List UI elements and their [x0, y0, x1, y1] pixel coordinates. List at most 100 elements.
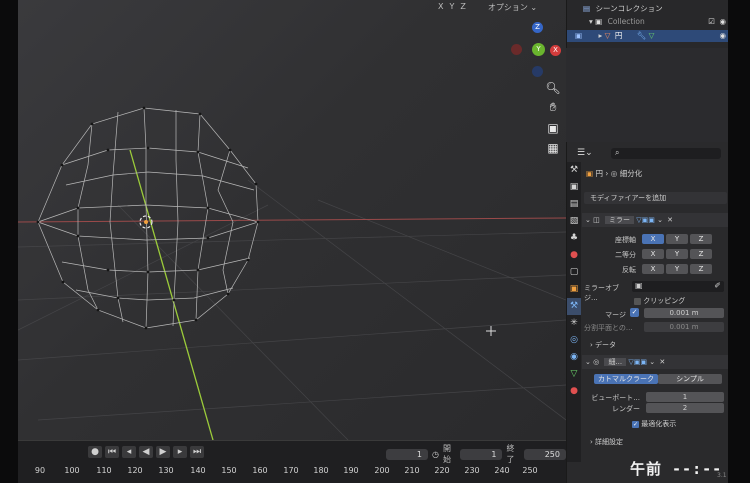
particles-tab-icon[interactable]: ✳ [567, 315, 581, 332]
subsurf-modifier-header[interactable]: ⌄ ◎ 細... ▽▣▣ ⌄ ✕ [582, 355, 728, 369]
optimal-display-checkbox[interactable]: ✓ 最適化表示 [632, 419, 676, 429]
edit-mode-icon[interactable]: ▽▣▣ [636, 216, 655, 224]
expand-arrow-icon[interactable]: ▸ [598, 31, 602, 40]
hand-pan-icon[interactable]: ✋︎ [544, 99, 562, 115]
gizmo-neg-x[interactable] [511, 44, 522, 55]
navigation-gizmo[interactable]: Z X Y [508, 20, 566, 80]
ruler-tick: 210 [404, 466, 420, 475]
checkbox-icon[interactable] [634, 297, 641, 305]
edit-mode-icon[interactable]: ▽▣▣ [628, 358, 647, 366]
play-reverse-icon[interactable]: ◀ [139, 446, 153, 458]
checkbox-icon[interactable]: ✓ [632, 420, 639, 428]
dropdown-icon[interactable]: ⌄ [657, 216, 663, 224]
collapse-arrow-icon[interactable]: ⌄ [585, 216, 591, 224]
add-modifier-button[interactable]: モディファイアーを追加 [584, 192, 727, 204]
outliner-scene-row[interactable]: ▤ シーンコレクション [567, 3, 728, 15]
tab-catmull-clark[interactable]: カトマルクラーク [594, 374, 658, 384]
outliner-object-row[interactable]: ▣ ▸ ▽ 円 🔧︎ ▽ ◉ [567, 30, 728, 42]
dropdown-icon[interactable]: ⌄ [649, 358, 655, 366]
merge-checkbox[interactable]: ✓ [630, 308, 639, 317]
modifier-panel: ▣ 円 › ◎ 細分化 モディファイアーを追加 ⌄ ◫ ミラー ▽▣▣ ⌄ ✕ … [582, 142, 728, 483]
end-frame-field[interactable]: 250 [523, 448, 566, 460]
bisect-z-button[interactable]: Z [690, 249, 712, 259]
zoom-icon[interactable]: 🔍︎ [544, 80, 562, 96]
timeline[interactable]: ● ⏮ ◂ ◀ ▶ ▸ ⏭ 1 ◷ 開始 1 終了 250 90 100 110… [18, 440, 566, 483]
bisect-x-button[interactable]: X [642, 249, 664, 259]
gizmo-neg-z[interactable] [532, 66, 543, 77]
collapse-arrow-icon[interactable]: ⌄ [585, 358, 591, 366]
axis-y-toggle[interactable]: Y [449, 2, 454, 13]
subsurf-name-field[interactable]: 細... [604, 358, 627, 366]
prev-keyframe-icon[interactable]: ◂ [122, 446, 136, 458]
bisect-distance-field[interactable]: 0.001 m [644, 322, 724, 332]
object-icon: ▣ [586, 169, 594, 178]
scene-tab-icon[interactable]: ♣ [567, 230, 581, 247]
axis-y-button[interactable]: Y [666, 234, 688, 244]
eye-icon[interactable]: ◉ [719, 16, 726, 28]
material-tab-icon[interactable]: ● [567, 383, 581, 400]
flip-z-button[interactable]: Z [690, 264, 712, 274]
ruler-tick: 220 [434, 466, 450, 475]
world-tab-icon[interactable]: ● [567, 247, 581, 264]
expand-arrow-icon[interactable]: › [590, 438, 593, 446]
render-levels-field[interactable]: 2 [646, 403, 724, 413]
view-layer-tab-icon[interactable]: ▧ [567, 213, 581, 230]
mirror-modifier-header[interactable]: ⌄ ◫ ミラー ▽▣▣ ⌄ ✕ [582, 213, 728, 227]
modifier-tab-icon[interactable]: ⚒ [567, 298, 581, 315]
render-tab-icon[interactable]: ▣ [567, 179, 581, 196]
record-icon[interactable]: ● [88, 446, 102, 458]
axis-x-toggle[interactable]: X [438, 2, 443, 13]
timeline-ruler[interactable]: 90 100 110 120 130 140 150 160 170 180 1… [18, 463, 566, 483]
gizmo-z-axis[interactable]: Z [532, 22, 543, 33]
camera-icon[interactable]: ▣ [544, 120, 562, 136]
properties-editor[interactable]: ☰⌄ ⌕ ⚒ ▣ ▤ ▧ ♣ ● ▢ ▣ ⚒ ✳ ◎ ◉ ▽ ● ▣ 円 › ◎… [566, 142, 728, 483]
jump-start-icon[interactable]: ⏮ [105, 446, 119, 458]
axis-z-button[interactable]: Z [690, 234, 712, 244]
mirror-name-field[interactable]: ミラー [604, 216, 634, 224]
sphere-wireframe[interactable] [37, 107, 259, 329]
grid-icon[interactable]: ▦ [544, 140, 562, 156]
clock-overlay: 午前 --:-- [630, 460, 723, 478]
mirror-object-field[interactable]: ▣ ✐ [632, 281, 724, 292]
flip-x-button[interactable]: X [642, 264, 664, 274]
jump-end-icon[interactable]: ⏭ [190, 446, 204, 458]
render-levels-label: レンダー [612, 405, 640, 413]
3d-viewport[interactable]: X Y Z オプション ⌄ Z X Y 🔍︎ ✋︎ ▣ ▦ [18, 0, 566, 440]
close-icon[interactable]: ✕ [659, 358, 665, 366]
checkbox-icon[interactable]: ☑ [708, 16, 715, 28]
start-frame-field[interactable]: 1 [460, 448, 503, 460]
eye-icon[interactable]: ◉ [719, 30, 726, 42]
gizmo-y-axis[interactable]: Y [532, 43, 545, 56]
options-menu[interactable]: オプション ⌄ [488, 2, 537, 13]
eyedropper-icon[interactable]: ✐ [714, 281, 721, 290]
advanced-subpanel[interactable]: › 詳細設定 [590, 437, 623, 447]
outliner[interactable]: ▤ シーンコレクション ▾ ▣ Collection ☑ ◉ ▣ ▸ ▽ 円 🔧… [566, 0, 728, 48]
expand-arrow-icon[interactable]: › [590, 341, 593, 349]
tool-tab-icon[interactable]: ⚒ [567, 162, 581, 179]
close-icon[interactable]: ✕ [667, 216, 673, 224]
physics-tab-icon[interactable]: ◎ [567, 332, 581, 349]
outliner-collection-row[interactable]: ▾ ▣ Collection ☑ ◉ [567, 16, 728, 28]
ruler-tick: 170 [283, 466, 299, 475]
clipping-checkbox[interactable]: クリッピング [634, 296, 685, 306]
collection-tab-icon[interactable]: ▢ [567, 264, 581, 281]
object-tab-icon[interactable]: ▣ [567, 281, 581, 298]
tab-simple[interactable]: シンプル [658, 374, 722, 384]
viewport-levels-field[interactable]: 1 [646, 392, 724, 402]
optimal-display-label: 最適化表示 [641, 420, 677, 428]
next-keyframe-icon[interactable]: ▸ [173, 446, 187, 458]
expand-arrow-icon[interactable]: ▾ [589, 17, 593, 26]
flip-y-button[interactable]: Y [666, 264, 688, 274]
gizmo-x-axis[interactable]: X [550, 45, 561, 56]
data-subpanel[interactable]: › データ [590, 340, 616, 350]
axis-z-toggle[interactable]: Z [460, 2, 465, 13]
bisect-y-button[interactable]: Y [666, 249, 688, 259]
axis-x-button[interactable]: X [642, 234, 664, 244]
current-frame-field[interactable]: 1 [386, 448, 428, 460]
bisect-label: 二等分 [615, 251, 636, 259]
data-tab-icon[interactable]: ▽ [567, 366, 581, 383]
output-tab-icon[interactable]: ▤ [567, 196, 581, 213]
merge-distance-field[interactable]: 0.001 m [644, 308, 724, 318]
play-icon[interactable]: ▶ [156, 446, 170, 458]
constraints-tab-icon[interactable]: ◉ [567, 349, 581, 366]
